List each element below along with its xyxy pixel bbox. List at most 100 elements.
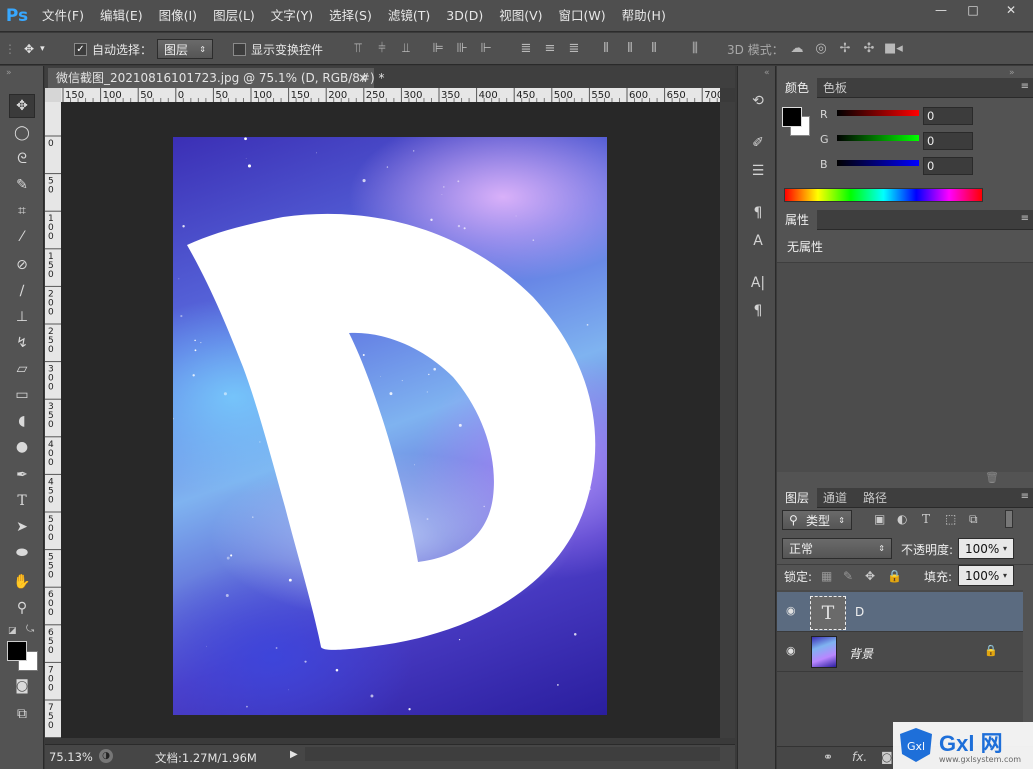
ruler-origin[interactable]	[45, 88, 61, 102]
close-tab-button[interactable]: ×	[358, 68, 368, 88]
crop-tool-icon[interactable]: ⌗	[9, 199, 35, 223]
minimize-button[interactable]: —	[925, 0, 957, 20]
color-fg-swatch[interactable]	[782, 107, 802, 127]
document-canvas[interactable]	[173, 137, 607, 715]
align-bottom-icon[interactable]: ⫫	[397, 33, 415, 65]
history-panel-icon[interactable]: ⟲	[747, 90, 769, 112]
move-tool-icon[interactable]: ✥	[9, 94, 35, 118]
quick-select-tool-icon[interactable]: ✎	[9, 173, 35, 197]
text-layer-d[interactable]	[173, 137, 607, 715]
filter-shape-icon[interactable]: ⬚	[945, 512, 956, 526]
auto-align-icon[interactable]: ⫼	[686, 33, 704, 65]
gradient-tool-icon[interactable]: ▭	[9, 383, 35, 407]
fill-input[interactable]: 100% ▾	[958, 565, 1014, 586]
filter-adjustment-icon[interactable]: ◐	[897, 512, 907, 526]
collapse-toolbar-icon[interactable]: »	[6, 68, 12, 78]
channel-g-value[interactable]: 0	[923, 132, 973, 150]
quick-mask-icon[interactable]: ◙	[9, 674, 35, 698]
visibility-eye-icon[interactable]: ◉	[786, 604, 800, 618]
tab-paths[interactable]: 路径	[855, 488, 895, 508]
menu-image[interactable]: 图像(I)	[151, 0, 205, 32]
3d-slide-icon[interactable]: ✣	[860, 33, 878, 65]
tab-channels[interactable]: 通道	[815, 488, 855, 508]
align-right-icon[interactable]: ⊩	[477, 33, 495, 65]
layer-row-d[interactable]: ◉ T D	[777, 592, 1023, 632]
close-window-button[interactable]: ✕	[989, 0, 1033, 20]
lock-transparent-icon[interactable]: ▦	[821, 569, 832, 583]
character-panel-icon[interactable]: A|	[747, 272, 769, 294]
add-mask-icon[interactable]: ◙	[881, 750, 893, 764]
tab-swatches[interactable]: 色板	[815, 78, 855, 98]
auto-select-check[interactable]: ✓	[74, 42, 87, 56]
history-brush-tool-icon[interactable]: ↯	[9, 331, 35, 355]
menu-type[interactable]: 文字(Y)	[263, 0, 321, 32]
horizontal-ruler[interactable]: 150 100 50 0 50 100 150 200 250 300 350 400 450 500 55…	[61, 88, 720, 102]
channel-b-value[interactable]: 0	[923, 157, 973, 175]
link-layers-icon[interactable]: ⚭	[823, 750, 833, 764]
menu-view[interactable]: 视图(V)	[491, 0, 550, 32]
layer-style-fx-icon[interactable]: fx.	[852, 750, 867, 764]
collapse-panels-icon[interactable]: »	[1009, 68, 1015, 78]
blend-mode-dropdown[interactable]: 正常 ⇕	[782, 538, 892, 559]
menu-window[interactable]: 窗口(W)	[551, 0, 614, 32]
tab-layers[interactable]: 图层	[777, 488, 818, 508]
channel-r-value[interactable]: 0	[923, 107, 973, 125]
panel-menu-icon[interactable]: ≡	[1021, 491, 1029, 502]
filter-toggle[interactable]	[1005, 510, 1013, 528]
paragraph-panel-icon[interactable]: ¶	[747, 300, 769, 322]
align-top-icon[interactable]: ⫪	[349, 33, 367, 65]
menu-layer[interactable]: 图层(L)	[205, 0, 263, 32]
panel-menu-icon[interactable]: ≡	[1021, 81, 1029, 92]
menu-filter[interactable]: 滤镜(T)	[380, 0, 438, 32]
paragraph-styles-icon[interactable]: ¶	[747, 202, 769, 224]
foreground-color-swatch[interactable]	[7, 641, 27, 661]
screen-mode-icon[interactable]: ⧉	[9, 702, 35, 726]
collapse-dock-icon[interactable]: «	[764, 68, 770, 78]
clone-stamp-tool-icon[interactable]: ⊥	[9, 305, 35, 329]
filter-pixel-icon[interactable]: ▣	[874, 512, 885, 526]
align-vcenter-icon[interactable]: ⫩	[373, 33, 391, 65]
tab-color[interactable]: 颜色	[777, 78, 818, 98]
distribute-vcenter-icon[interactable]: ≡	[541, 33, 559, 65]
brush-panel-icon[interactable]: ✐	[747, 132, 769, 154]
status-menu-arrow-icon[interactable]: ▶	[290, 749, 298, 760]
distribute-right-icon[interactable]: ⦀	[645, 33, 663, 65]
character-styles-icon[interactable]: A	[747, 230, 769, 252]
vertical-ruler[interactable]: 0501001502002503003504004505005506006507…	[45, 102, 61, 738]
distribute-top-icon[interactable]: ≣	[517, 33, 535, 65]
lock-position-icon[interactable]: ✥	[865, 569, 875, 583]
blur-tool-icon[interactable]: ◖	[9, 409, 35, 433]
3d-roll-icon[interactable]: ◎	[812, 33, 830, 65]
pen-tool-icon[interactable]: ✒	[9, 463, 35, 487]
show-transform-check[interactable]	[233, 42, 246, 56]
type-tool-icon[interactable]: T	[9, 489, 35, 513]
maximize-button[interactable]: □	[957, 0, 989, 20]
visibility-eye-icon[interactable]: ◉	[786, 644, 800, 658]
menu-3d[interactable]: 3D(D)	[438, 0, 491, 32]
channel-r-slider[interactable]	[837, 110, 919, 116]
align-left-icon[interactable]: ⊫	[429, 33, 447, 65]
path-select-tool-icon[interactable]: ➤	[9, 515, 35, 539]
layer-name[interactable]: D	[855, 605, 864, 619]
move-tool-preset-icon[interactable]: ✥ ▾	[24, 33, 45, 65]
channel-b-slider[interactable]	[837, 160, 919, 166]
brush-tool-icon[interactable]: ∕	[9, 279, 35, 303]
document-tab[interactable]: 微信截图_20210816101723.jpg @ 75.1% (D, RGB/…	[48, 68, 384, 88]
distribute-hcenter-icon[interactable]: ⦀	[621, 33, 639, 65]
eraser-tool-icon[interactable]: ▱	[9, 357, 35, 381]
distribute-bottom-icon[interactable]: ≣	[565, 33, 583, 65]
trash-icon[interactable]: 🗑	[985, 471, 999, 484]
horizontal-scrollbar[interactable]	[305, 747, 720, 761]
filter-smart-object-icon[interactable]: ⧉	[969, 512, 978, 527]
auto-select-target-dropdown[interactable]: 图层 ⇕	[157, 39, 213, 59]
panel-menu-icon[interactable]: ≡	[1021, 213, 1029, 224]
brush-presets-icon[interactable]: ☰	[747, 160, 769, 182]
eyedropper-tool-icon[interactable]: ⁄	[9, 225, 35, 249]
distribute-left-icon[interactable]: ⦀	[597, 33, 615, 65]
marquee-tool-icon[interactable]: ◯	[9, 121, 35, 145]
channel-g-slider[interactable]	[837, 135, 919, 141]
lock-pixels-icon[interactable]: ✎	[843, 569, 853, 583]
layer-name[interactable]: 背景	[849, 645, 873, 662]
layer-filter-dropdown[interactable]: ⚲ 类型 ⇕	[782, 510, 852, 530]
3d-drag-icon[interactable]: ✢	[836, 33, 854, 65]
